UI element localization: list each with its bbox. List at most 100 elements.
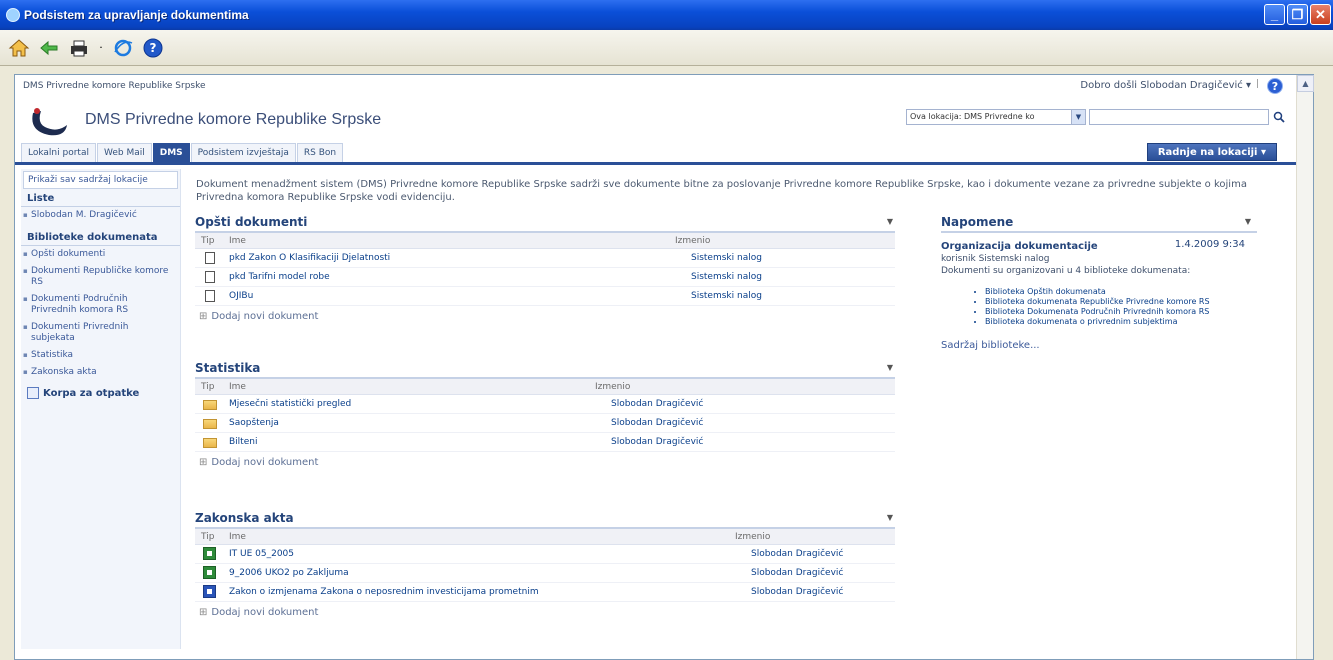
modified-by-link[interactable]: Slobodan Dragičević	[751, 568, 843, 578]
site-actions-button[interactable]: Radnje na lokaciji ▾	[1146, 143, 1277, 161]
browser-content: DMS Privredne komore Republike Srpske Do…	[14, 74, 1314, 660]
table-row[interactable]: OJIBu Sistemski nalog	[195, 287, 895, 306]
add-new-document-link[interactable]: ⊞ Dodaj novi dokument	[195, 602, 895, 623]
print-dropdown-icon[interactable]: ·	[96, 35, 106, 61]
modified-by-link[interactable]: Slobodan Dragičević	[611, 437, 703, 447]
search-icon[interactable]	[1271, 109, 1287, 125]
col-type[interactable]: Tip	[201, 382, 214, 392]
add-new-document-link[interactable]: ⊞ Dodaj novi dokument	[195, 452, 895, 473]
window-titlebar: Podsistem za upravljanje dokumentima _ ❐…	[0, 0, 1333, 30]
nav-list-item[interactable]: Slobodan M. Dragičević	[21, 207, 180, 224]
modified-by-link[interactable]: Sistemski nalog	[691, 272, 762, 282]
spreadsheet-icon	[203, 547, 216, 560]
breadcrumb[interactable]: DMS Privredne komore Republike Srpske	[23, 81, 206, 91]
announcement-list-item: Biblioteka Dokumenata Područnih Privredn…	[985, 307, 1257, 316]
vertical-scrollbar[interactable]: ▲	[1296, 75, 1314, 659]
table-row[interactable]: 9_2006 UKO2 po Zakljuma Slobodan Dragičev…	[195, 564, 895, 583]
col-modified[interactable]: Izmenio	[735, 532, 770, 542]
separator: |	[1255, 79, 1259, 89]
tab-dms[interactable]: DMS	[152, 143, 190, 162]
document-name-link[interactable]: 9_2006 UKO2 po Zakljuma	[229, 568, 349, 578]
col-type[interactable]: Tip	[201, 532, 214, 542]
table-row[interactable]: Zakon o izmjenama Zakona o neposrednim i…	[195, 583, 895, 602]
modified-by-link[interactable]: Sistemski nalog	[691, 253, 762, 263]
table-row[interactable]: Mjesečni statistički pregled Slobodan Dra…	[195, 395, 895, 414]
col-name[interactable]: Ime	[229, 532, 246, 542]
modified-by-link[interactable]: Slobodan Dragičević	[751, 587, 843, 597]
announcement-title[interactable]: Organizacija dokumentacije	[941, 241, 1098, 252]
webpart-menu-icon[interactable]: ▼	[887, 217, 893, 226]
webpart-title[interactable]: Zakonska akta ▼	[195, 511, 895, 529]
add-new-document-link[interactable]: ⊞ Dodaj novi dokument	[195, 306, 895, 327]
webpart-menu-icon[interactable]: ▼	[887, 363, 893, 372]
col-name[interactable]: Ime	[229, 382, 246, 392]
webpart-opsti-dokumenti: Opšti dokumenti ▼ Tip Ime Izmenio pkd Za…	[195, 215, 895, 327]
list-header: Tip Ime Izmenio	[195, 529, 895, 545]
search-scope-value: Ova lokacija: DMS Privredne ko	[910, 112, 1035, 121]
help-button[interactable]: ?	[1267, 78, 1283, 94]
webpart-title[interactable]: Statistika ▼	[195, 361, 895, 379]
nav-library-item[interactable]: Opšti dokumenti	[21, 246, 180, 263]
document-name-link[interactable]: OJIBu	[229, 291, 253, 301]
site-title[interactable]: DMS Privredne komore Republike Srpske	[85, 111, 381, 129]
col-modified[interactable]: Izmenio	[675, 236, 710, 246]
print-icon[interactable]	[66, 35, 92, 61]
tab-lokalni-portal[interactable]: Lokalni portal	[21, 143, 96, 162]
tab-web-mail[interactable]: Web Mail	[96, 143, 152, 162]
webpart-title-text: Statistika	[195, 361, 261, 375]
document-name-link[interactable]: pkd Tarifni model robe	[229, 272, 330, 282]
maximize-button[interactable]: ❐	[1287, 4, 1308, 25]
modified-by-link[interactable]: Slobodan Dragičević	[751, 549, 843, 559]
table-row[interactable]: pkd Tarifni model robe Sistemski nalog	[195, 268, 895, 287]
table-row[interactable]: Bilteni Slobodan Dragičević	[195, 433, 895, 452]
search-input[interactable]	[1089, 109, 1269, 125]
nav-library-item[interactable]: Dokumenti Područnih Privrednih komora RS	[21, 291, 180, 319]
modified-by-link[interactable]: Sistemski nalog	[691, 291, 762, 301]
libraries-heading[interactable]: Biblioteke dokumenata	[21, 228, 180, 246]
library-content-link[interactable]: Sadržaj biblioteke...	[941, 340, 1257, 351]
modified-by-link[interactable]: Slobodan Dragičević	[611, 399, 703, 409]
folder-icon	[203, 438, 217, 448]
scroll-up-arrow-icon[interactable]: ▲	[1297, 75, 1314, 92]
recycle-bin-link[interactable]: Korpa za otpatke	[21, 381, 180, 405]
table-row[interactable]: pkd Zakon O Klasifikaciji Djelatnosti Sis…	[195, 249, 895, 268]
back-icon[interactable]	[36, 35, 62, 61]
document-name-link[interactable]: IT UE 05_2005	[229, 549, 294, 559]
nav-library-item[interactable]: Statistika	[21, 347, 180, 364]
ie-icon[interactable]	[110, 35, 136, 61]
modified-by-link[interactable]: Slobodan Dragičević	[611, 418, 703, 428]
tab-rs-bon[interactable]: RS Bon	[296, 143, 344, 162]
ie-window-icon	[6, 8, 20, 22]
table-row[interactable]: Saopštenja Slobodan Dragičević	[195, 414, 895, 433]
webpart-menu-icon[interactable]: ▼	[1245, 217, 1251, 226]
webpart-title[interactable]: Napomene ▼	[941, 215, 1257, 233]
table-row[interactable]: IT UE 05_2005 Slobodan Dragičević	[195, 545, 895, 564]
document-name-link[interactable]: Mjesečni statistički pregled	[229, 399, 351, 409]
search-scope-select[interactable]: Ova lokacija: DMS Privredne ko ▼	[906, 109, 1086, 125]
help-icon[interactable]: ?	[140, 35, 166, 61]
document-name-link[interactable]: Bilteni	[229, 437, 257, 447]
col-modified[interactable]: Izmenio	[595, 382, 630, 392]
document-name-link[interactable]: Zakon o izmjenama Zakona o neposrednim i…	[229, 587, 539, 597]
nav-library-item[interactable]: Dokumenti Republičke komore RS	[21, 263, 180, 291]
close-button[interactable]: ✕	[1310, 4, 1331, 25]
folder-icon	[203, 419, 217, 429]
webpart-menu-icon[interactable]: ▼	[887, 513, 893, 522]
tab-podsistem-izvještaja[interactable]: Podsistem izvještaja	[190, 143, 296, 162]
announcement-list: Biblioteka Opštih dokumenataBiblioteka d…	[985, 287, 1257, 326]
browser-toolbar: · ?	[0, 30, 1333, 66]
minimize-button[interactable]: _	[1264, 4, 1285, 25]
view-all-content-link[interactable]: Prikaži sav sadržaj lokacije	[23, 171, 178, 189]
nav-library-item[interactable]: Zakonska akta	[21, 364, 180, 381]
col-type[interactable]: Tip	[201, 236, 214, 246]
webpart-title[interactable]: Opšti dokumenti ▼	[195, 215, 895, 233]
home-icon[interactable]	[6, 35, 32, 61]
document-name-link[interactable]: pkd Zakon O Klasifikaciji Djelatnosti	[229, 253, 390, 263]
lists-heading[interactable]: Liste	[21, 189, 180, 207]
col-name[interactable]: Ime	[229, 236, 246, 246]
nav-library-item[interactable]: Dokumenti Privrednih subjekata	[21, 319, 180, 347]
site-logo	[32, 108, 67, 136]
announcement-list-item: Biblioteka dokumenata o privrednim subje…	[985, 317, 1257, 326]
welcome-menu[interactable]: Dobro došli Slobodan Dragičević ▾	[1080, 80, 1251, 91]
document-name-link[interactable]: Saopštenja	[229, 418, 279, 428]
